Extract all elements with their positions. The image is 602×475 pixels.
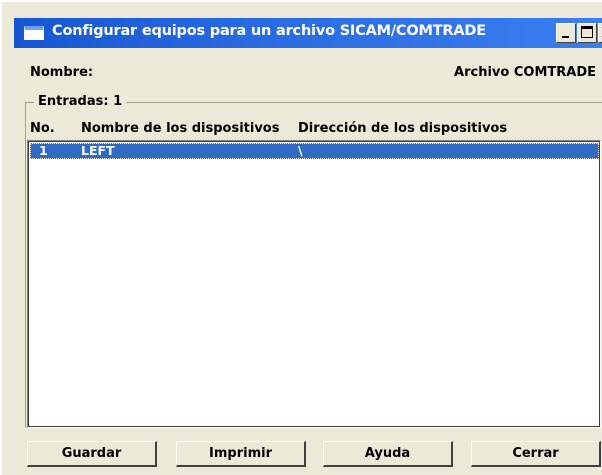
column-header-device-address[interactable]: Dirección de los dispositivos: [298, 121, 507, 136]
row-no: 1: [39, 143, 48, 158]
minimize-button[interactable]: [556, 23, 576, 43]
save-button[interactable]: Guardar: [27, 441, 157, 467]
window-icon: [24, 26, 44, 40]
row-device-name: LEFT: [81, 143, 115, 158]
window-title: Configurar equipos para un archivo SICAM…: [52, 23, 486, 39]
column-header-no[interactable]: No.: [30, 121, 55, 136]
archivo-type-label: Archivo COMTRADE: [454, 65, 596, 80]
list-item-selected[interactable]: 1 LEFT \: [30, 143, 599, 159]
maximize-button[interactable]: [577, 23, 597, 43]
help-button[interactable]: Ayuda: [323, 441, 453, 467]
minimize-icon: [562, 36, 569, 38]
column-header-device-name[interactable]: Nombre de los dispositivos: [81, 121, 279, 136]
devices-list[interactable]: 1 LEFT \: [27, 140, 601, 428]
maximize-icon: [581, 26, 593, 38]
close-dialog-button[interactable]: Cerrar: [471, 441, 601, 467]
nombre-label: Nombre:: [30, 65, 94, 80]
close-button[interactable]: x: [598, 22, 602, 43]
title-bar[interactable]: Configurar equipos para un archivo SICAM…: [14, 18, 602, 48]
entries-count-label: Entradas: 1: [34, 94, 127, 109]
print-button[interactable]: Imprimir: [176, 441, 306, 467]
dialog-window: Configurar equipos para un archivo SICAM…: [0, 0, 602, 475]
row-device-address: \: [298, 143, 303, 158]
